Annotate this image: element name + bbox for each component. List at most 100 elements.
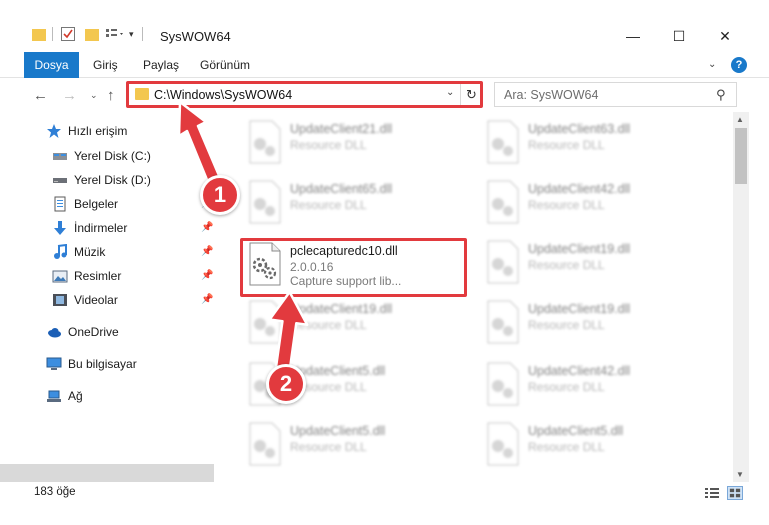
pictures-icon bbox=[52, 268, 68, 284]
forward-icon[interactable]: → bbox=[62, 87, 77, 104]
up-icon[interactable]: ↑ bbox=[107, 87, 115, 104]
customize-toolbar-icon[interactable] bbox=[105, 27, 127, 41]
quick-access-toolbar: ▾ bbox=[32, 27, 143, 41]
search-input[interactable]: Ara: SysWOW64 ⚲ bbox=[494, 82, 737, 107]
file-name: UpdateClient21.dll bbox=[290, 122, 393, 136]
sidebar-item-pictures[interactable]: Resimler bbox=[52, 265, 121, 287]
dropdown-arrow-icon[interactable]: ▾ bbox=[129, 29, 134, 40]
sidebar-item-videos[interactable]: Videolar bbox=[52, 289, 118, 311]
tab-view[interactable]: Görünüm bbox=[200, 52, 250, 78]
pin-icon[interactable]: 📌 bbox=[201, 294, 213, 305]
separator bbox=[141, 27, 143, 41]
music-icon bbox=[52, 243, 68, 260]
tab-share[interactable]: Paylaş bbox=[143, 52, 179, 78]
sidebar-item-documents[interactable]: Belgeler bbox=[52, 193, 118, 215]
file-item[interactable]: UpdateClient42.dll Resource DLL bbox=[484, 178, 709, 228]
file-name: UpdateClient42.dll bbox=[528, 364, 631, 378]
cloud-icon bbox=[46, 324, 62, 340]
dll-file-icon bbox=[487, 300, 519, 344]
file-item[interactable]: UpdateClient5.dll Resource DLL bbox=[484, 420, 709, 470]
sidebar-item-music[interactable]: Müzik bbox=[52, 241, 105, 263]
step-2-badge: 2 bbox=[266, 364, 306, 404]
computer-icon bbox=[46, 356, 62, 372]
drive-icon bbox=[52, 172, 68, 188]
network-icon bbox=[46, 388, 62, 404]
back-icon[interactable]: ← bbox=[33, 87, 48, 104]
properties-icon[interactable] bbox=[61, 27, 75, 41]
sidebar-item-onedrive[interactable]: OneDrive bbox=[46, 321, 119, 343]
file-item[interactable]: UpdateClient21.dll Resource DLL bbox=[246, 118, 471, 168]
item-count: 183 öğe bbox=[34, 486, 76, 498]
sidebar-item-label: OneDrive bbox=[68, 325, 119, 339]
ribbon-tabs: Dosya Giriş Paylaş Görünüm ⌄ ? bbox=[0, 52, 769, 78]
file-item[interactable]: UpdateClient19.dll Resource DLL bbox=[484, 298, 709, 348]
sidebar-item-downloads[interactable]: İndirmeler bbox=[52, 217, 127, 239]
file-description: Resource DLL bbox=[528, 318, 605, 332]
sidebar-item-drive-d[interactable]: Yerel Disk (D:) bbox=[52, 169, 151, 191]
sidebar-item-label: Videolar bbox=[74, 293, 118, 307]
close-button[interactable]: ✕ bbox=[702, 22, 748, 50]
sidebar-item-label: Resimler bbox=[74, 269, 122, 283]
recent-locations-icon[interactable]: ⌄ bbox=[90, 90, 98, 101]
help-icon[interactable]: ? bbox=[731, 57, 747, 73]
file-name: UpdateClient63.dll bbox=[528, 122, 631, 136]
star-icon bbox=[46, 123, 62, 139]
scroll-up-icon[interactable]: ▲ bbox=[736, 115, 744, 124]
file-item[interactable]: UpdateClient42.dll Resource DLL bbox=[484, 360, 709, 410]
search-icon[interactable]: ⚲ bbox=[716, 87, 726, 103]
file-name: UpdateClient65.dll bbox=[290, 182, 393, 196]
sidebar-item-label: Bu bilgisayar bbox=[68, 357, 137, 371]
sidebar-item-this-pc[interactable]: Bu bilgisayar bbox=[46, 353, 137, 375]
sidebar-item-label: Hızlı erişim bbox=[68, 124, 128, 138]
sidebar-item-quick-access[interactable]: Hızlı erişim bbox=[46, 120, 127, 142]
dll-file-icon bbox=[249, 120, 281, 164]
file-description: Resource DLL bbox=[290, 138, 367, 152]
sidebar-item-label: Ağ bbox=[68, 389, 83, 403]
sidebar-item-network[interactable]: Ağ bbox=[46, 385, 83, 407]
sidebar-item-label: İndirmeler bbox=[74, 221, 128, 235]
drive-icon bbox=[52, 148, 68, 164]
dll-file-icon bbox=[249, 180, 281, 224]
minimize-button[interactable]: — bbox=[610, 22, 656, 50]
downloads-icon bbox=[52, 220, 68, 236]
pin-icon[interactable]: 📌 bbox=[201, 270, 213, 281]
folder-icon[interactable] bbox=[32, 28, 46, 41]
scrollbar-thumb[interactable] bbox=[735, 128, 747, 184]
file-name: UpdateClient42.dll bbox=[528, 182, 631, 196]
file-item[interactable]: UpdateClient63.dll Resource DLL bbox=[484, 118, 709, 168]
file-item[interactable]: UpdateClient65.dll Resource DLL bbox=[246, 178, 471, 228]
file-description: Resource DLL bbox=[290, 198, 367, 212]
tiles-view-icon[interactable] bbox=[727, 486, 743, 500]
separator bbox=[52, 27, 53, 41]
window-title: SysWOW64 bbox=[160, 29, 231, 44]
dll-file-icon bbox=[487, 422, 519, 466]
file-name: UpdateClient5.dll bbox=[528, 424, 624, 438]
search-placeholder: Ara: SysWOW64 bbox=[504, 88, 599, 102]
pin-icon[interactable]: 📌 bbox=[201, 246, 213, 257]
sidebar-item-label: Yerel Disk (D:) bbox=[74, 173, 151, 187]
tab-home[interactable]: Giriş bbox=[93, 52, 118, 78]
step-1-badge: 1 bbox=[200, 175, 240, 215]
file-description: Resource DLL bbox=[528, 440, 605, 454]
vertical-scrollbar[interactable]: ▲ ▼ bbox=[733, 112, 749, 482]
tab-file[interactable]: Dosya bbox=[24, 52, 79, 78]
sidebar-item-drive-c[interactable]: Yerel Disk (C:) bbox=[52, 145, 151, 167]
file-description: Resource DLL bbox=[528, 380, 605, 394]
file-item[interactable]: UpdateClient5.dll Resource DLL bbox=[246, 420, 471, 470]
dll-file-icon bbox=[487, 240, 519, 284]
scroll-down-icon[interactable]: ▼ bbox=[736, 470, 744, 479]
dll-file-icon bbox=[249, 422, 281, 466]
pin-icon[interactable]: 📌 bbox=[201, 222, 213, 233]
file-name: UpdateClient5.dll bbox=[290, 424, 386, 438]
details-view-icon[interactable] bbox=[704, 486, 720, 500]
documents-icon bbox=[52, 196, 68, 212]
sidebar-item-label: Yerel Disk (C:) bbox=[74, 149, 151, 163]
dll-file-icon bbox=[487, 362, 519, 406]
new-folder-icon[interactable] bbox=[85, 28, 99, 41]
expand-ribbon-icon[interactable]: ⌄ bbox=[708, 59, 716, 70]
maximize-button[interactable]: ☐ bbox=[656, 22, 702, 50]
file-description: Resource DLL bbox=[528, 198, 605, 212]
file-item[interactable]: UpdateClient19.dll Resource DLL bbox=[484, 238, 709, 288]
file-name: UpdateClient19.dll bbox=[528, 302, 631, 316]
file-description: Resource DLL bbox=[290, 440, 367, 454]
